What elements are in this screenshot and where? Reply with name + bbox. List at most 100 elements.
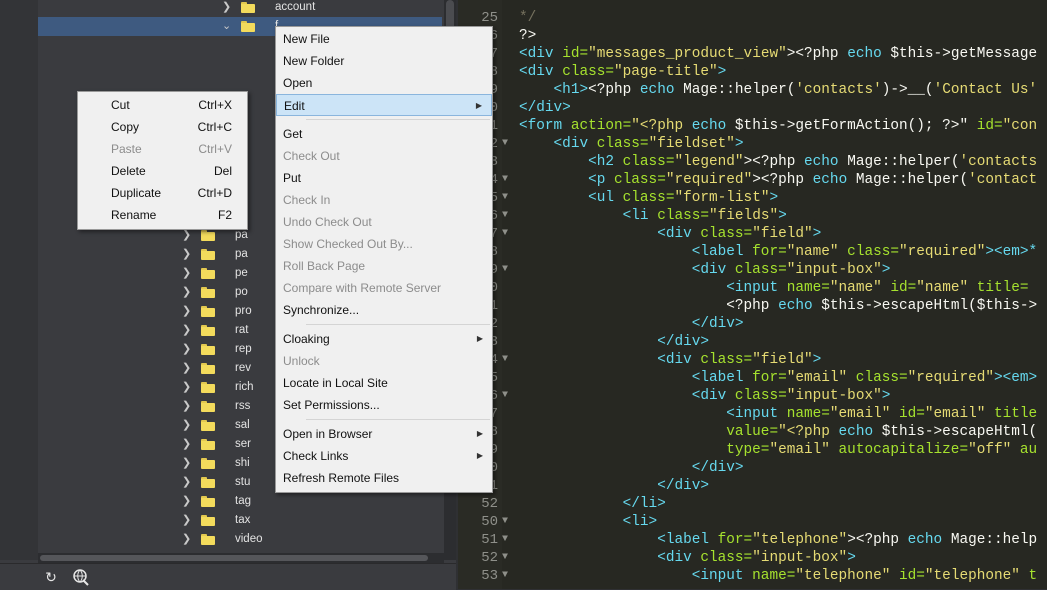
folder-icon — [201, 496, 215, 507]
fold-arrow-icon[interactable]: ▼ — [502, 549, 508, 567]
chevron-right-icon[interactable]: ❯ — [182, 245, 191, 264]
chevron-right-icon[interactable]: ❯ — [182, 397, 191, 416]
menu-item-get[interactable]: Get — [276, 123, 492, 145]
code-line: 31<form action="<?php echo $this->getFor… — [458, 117, 1047, 135]
code-token: 'Contact Us' — [933, 82, 1038, 98]
tree-item-label: pe — [235, 267, 248, 279]
menu-item-open-in-browser[interactable]: Open in Browser ▶ — [276, 423, 492, 445]
chevron-right-icon[interactable]: ❯ — [182, 378, 191, 397]
menu-item-new-folder[interactable]: New Folder — [276, 50, 492, 72]
refresh-icon[interactable]: ↻ — [41, 568, 61, 586]
menu-item-new-file[interactable]: New File — [276, 28, 492, 50]
menu-item-locate-in-local-site[interactable]: Locate in Local Site — [276, 372, 492, 394]
chevron-down-icon[interactable]: ⌄ — [222, 17, 231, 36]
chevron-right-icon[interactable]: ❯ — [182, 454, 191, 473]
edit-menu-item-cut[interactable]: Cut Ctrl+X — [78, 94, 247, 116]
fold-arrow-icon[interactable]: ▼ — [502, 513, 508, 531]
menu-item-show-checked-out-by[interactable]: Show Checked Out By... — [276, 233, 492, 255]
fold-arrow-icon[interactable]: ▼ — [502, 567, 508, 585]
chevron-right-icon[interactable]: ❯ — [182, 416, 191, 435]
chevron-right-icon[interactable]: ❯ — [182, 435, 191, 454]
menu-item-set-permissions[interactable]: Set Permissions... — [276, 394, 492, 416]
code-editor[interactable]: 25 */26?>27<div id="messages_product_view… — [458, 0, 1047, 589]
tree-item-label: shi — [235, 457, 250, 469]
chevron-right-icon[interactable]: ❯ — [182, 340, 191, 359]
menu-item-label: Check Links — [283, 449, 349, 463]
code-line: 28<div class="page-title"> — [458, 63, 1047, 81]
fold-arrow-icon[interactable]: ▼ — [502, 207, 508, 225]
code-text: <div class="input-box"> — [519, 261, 891, 279]
code-token: "email" — [786, 370, 848, 386]
folder-icon — [241, 2, 255, 13]
fold-arrow-icon[interactable]: ▼ — [502, 189, 508, 207]
code-text: <li> — [519, 513, 658, 531]
remote-server-icon[interactable] — [71, 568, 91, 586]
menu-item-open[interactable]: Open — [276, 72, 492, 94]
menu-item-label: Set Permissions... — [283, 398, 380, 412]
fold-arrow-icon[interactable]: ▼ — [502, 225, 508, 243]
fold-arrow-icon[interactable]: ▼ — [502, 531, 508, 549]
tree-horizontal-scrollbar[interactable] — [38, 553, 444, 563]
chevron-right-icon[interactable]: ❯ — [182, 473, 191, 492]
code-token: <div — [691, 388, 735, 404]
fold-arrow-icon[interactable]: ▼ — [502, 351, 508, 369]
code-token: </div> — [657, 478, 710, 494]
edit-menu-item-copy[interactable]: Copy Ctrl+C — [78, 116, 247, 138]
fold-arrow-icon[interactable]: ▼ — [502, 261, 508, 279]
menu-item-undo-check-out[interactable]: Undo Check Out — [276, 211, 492, 233]
code-text: type="email" autocapitalize="off" au — [519, 441, 1037, 459]
line-number: 52 — [481, 550, 498, 566]
menu-item-edit[interactable]: Edit ▶ — [276, 94, 492, 116]
menu-item-unlock[interactable]: Unlock — [276, 350, 492, 372]
tree-row-account[interactable]: ❯ account — [38, 0, 442, 17]
code-line: 43 </div> — [458, 333, 1047, 351]
tree-row[interactable]: ❯ tag — [38, 492, 442, 511]
chevron-right-icon[interactable]: ❯ — [182, 264, 191, 283]
fold-arrow-icon[interactable]: ▼ — [502, 387, 508, 405]
edit-menu-item-duplicate[interactable]: Duplicate Ctrl+D — [78, 182, 247, 204]
context-menu: New File New Folder Open Edit ▶ Get Check Out P… — [275, 26, 493, 493]
chevron-right-icon[interactable]: ❯ — [182, 302, 191, 321]
code-token: "telephone" — [795, 568, 891, 584]
tree-row[interactable]: ❯ video — [38, 530, 442, 549]
code-line: 51 ▼ <label for="telephone"><?php echo Ma… — [458, 531, 1047, 549]
chevron-right-icon[interactable]: ❯ — [182, 283, 191, 302]
tree-item-label: stu — [235, 476, 251, 488]
edit-menu-item-paste[interactable]: Paste Ctrl+V — [78, 138, 247, 160]
tree-item-label: rat — [235, 324, 249, 336]
chevron-right-icon[interactable]: ❯ — [182, 492, 191, 511]
menu-item-check-out[interactable]: Check Out — [276, 145, 492, 167]
code-token: for= — [752, 370, 787, 386]
menu-item-label: Undo Check Out — [283, 215, 372, 229]
menu-item-put[interactable]: Put — [276, 167, 492, 189]
chevron-right-icon[interactable]: ❯ — [182, 530, 191, 549]
menu-item-check-in[interactable]: Check In — [276, 189, 492, 211]
menu-item-cloaking[interactable]: Cloaking ▶ — [276, 328, 492, 350]
chevron-right-icon[interactable]: ❯ — [182, 511, 191, 530]
tree-row[interactable]: ❯ tax — [38, 511, 442, 530]
menu-item-roll-back-page[interactable]: Roll Back Page — [276, 255, 492, 277]
code-token: 'contacts — [959, 154, 1038, 170]
code-token: "email" — [829, 406, 891, 422]
menu-item-synchronize[interactable]: Synchronize... — [276, 299, 492, 321]
code-line: 45 <label for="email" class="required"><… — [458, 369, 1047, 387]
fold-arrow-icon[interactable]: ▼ — [502, 135, 508, 153]
code-token: "input-box" — [786, 262, 882, 278]
menu-item-compare-with-remote-server[interactable]: Compare with Remote Server — [276, 277, 492, 299]
chevron-right-icon[interactable]: ❯ — [182, 359, 191, 378]
menu-item-label: Delete — [111, 164, 146, 178]
edit-menu-item-rename[interactable]: Rename F2 — [78, 204, 247, 226]
menu-item-check-links[interactable]: Check Links ▶ — [276, 445, 492, 467]
menu-item-label: Check Out — [283, 149, 340, 163]
folder-icon — [201, 477, 215, 488]
chevron-right-icon[interactable]: ❯ — [222, 0, 231, 17]
menu-item-refresh-remote-files[interactable]: Refresh Remote Files — [276, 467, 492, 489]
scrollbar-thumb[interactable] — [40, 555, 428, 561]
fold-arrow-icon[interactable]: ▼ — [502, 171, 508, 189]
edit-menu-item-delete[interactable]: Delete Del — [78, 160, 247, 182]
code-token: <?php — [588, 82, 640, 98]
chevron-right-icon[interactable]: ❯ — [182, 321, 191, 340]
